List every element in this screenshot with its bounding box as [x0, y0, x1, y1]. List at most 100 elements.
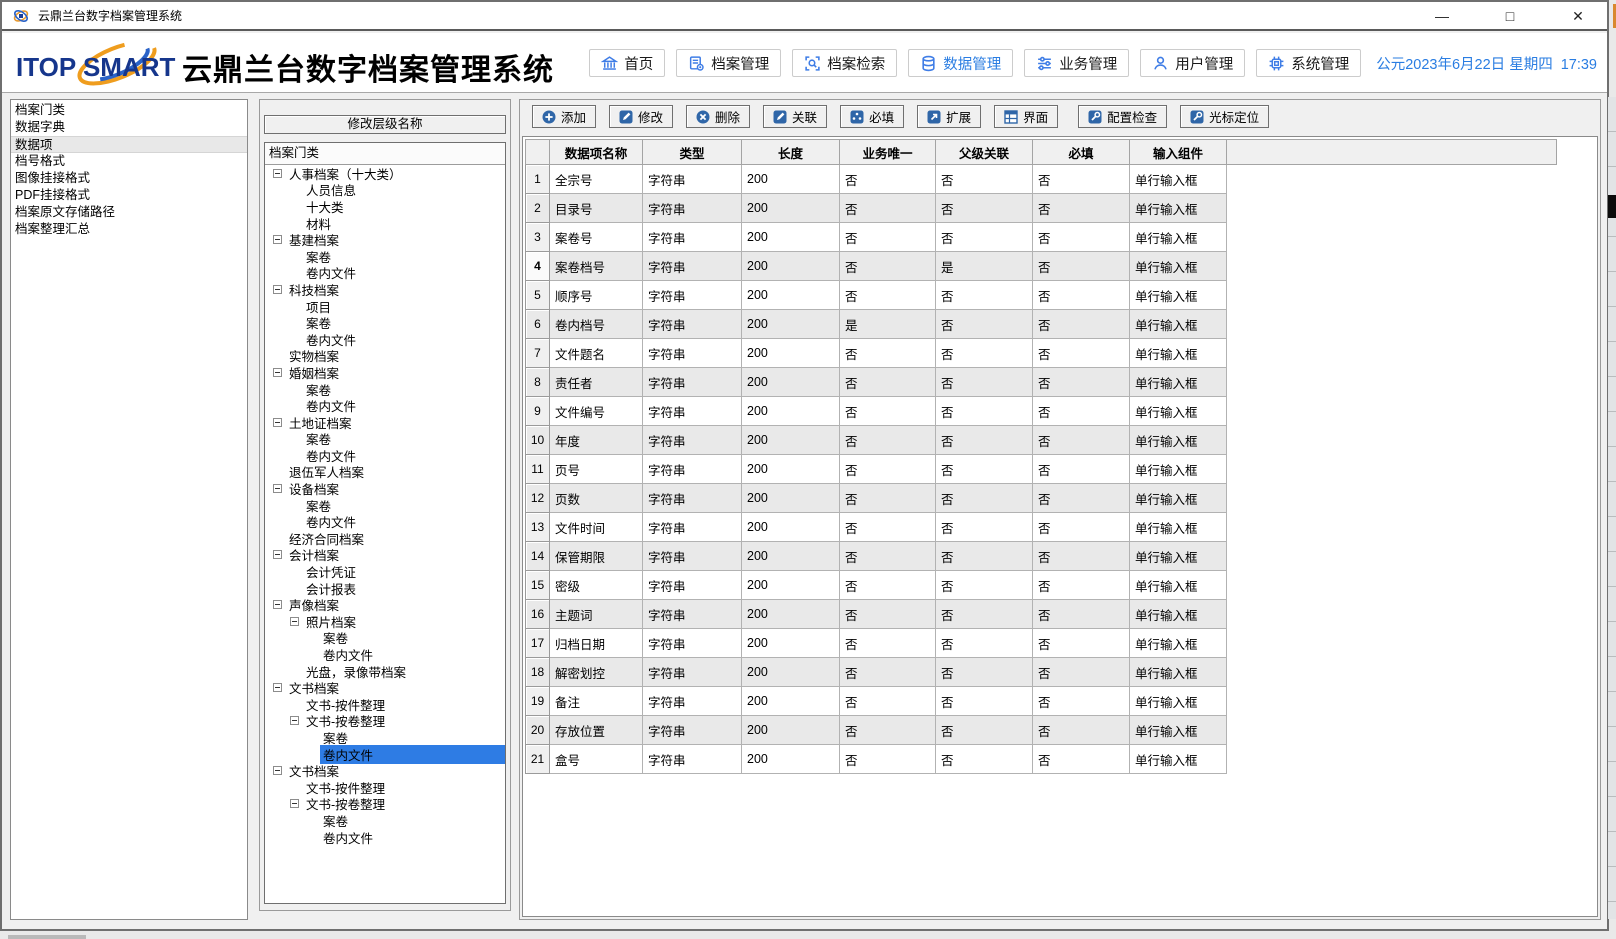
maximize-button[interactable]: □ [1499, 2, 1521, 31]
row-number-cell[interactable]: 4 [526, 252, 550, 281]
tree-item[interactable]: 案卷 [265, 381, 505, 398]
sidebar-item[interactable]: 档案整理汇总 [11, 221, 247, 238]
column-header[interactable]: 父级关联 [936, 140, 1033, 165]
tree-item[interactable]: 会计报表 [265, 580, 505, 597]
row-number-cell[interactable]: 13 [526, 513, 550, 542]
table-row[interactable]: 4案卷档号字符串200否是否单行输入框 [526, 252, 1557, 281]
minimize-button[interactable]: ― [1431, 2, 1453, 31]
tree-item[interactable]: 案卷 [265, 431, 505, 448]
tree-item[interactable]: 会计凭证 [265, 563, 505, 580]
table-row[interactable]: 1全宗号字符串200否否否单行输入框 [526, 165, 1557, 194]
sidebar-item[interactable]: 档案门类 [11, 102, 247, 119]
row-number-cell[interactable]: 20 [526, 716, 550, 745]
tree-item[interactable]: 婚姻档案 [265, 364, 505, 381]
sidebar-item[interactable]: 图像挂接格式 [11, 170, 247, 187]
row-number-cell[interactable]: 21 [526, 745, 550, 774]
sidebar-item[interactable]: 数据项 [11, 136, 247, 153]
tree-item[interactable]: 设备档案 [265, 480, 505, 497]
rename-level-button[interactable]: 修改层级名称 [264, 115, 506, 134]
tree-item[interactable]: 会计档案 [265, 547, 505, 564]
nav-user-button[interactable]: 用户管理 [1140, 49, 1245, 77]
collapse-minus-icon[interactable] [273, 235, 282, 244]
row-number-cell[interactable]: 16 [526, 600, 550, 629]
row-number-cell[interactable]: 12 [526, 484, 550, 513]
table-row[interactable]: 10年度字符串200否否否单行输入框 [526, 426, 1557, 455]
tree-item[interactable]: 案卷 [265, 248, 505, 265]
tree-item[interactable]: 退伍军人档案 [265, 464, 505, 481]
tree-item[interactable]: 卷内文件 [265, 746, 505, 763]
collapse-minus-icon[interactable] [273, 285, 282, 294]
table-row[interactable]: 17归档日期字符串200否否否单行输入框 [526, 629, 1557, 658]
collapse-minus-icon[interactable] [273, 169, 282, 178]
tree-item[interactable]: 案卷 [265, 314, 505, 331]
row-number-cell[interactable]: 10 [526, 426, 550, 455]
collapse-minus-icon[interactable] [273, 766, 282, 775]
table-row[interactable]: 8责任者字符串200否否否单行输入框 [526, 368, 1557, 397]
nav-database-button[interactable]: 数据管理 [908, 49, 1013, 77]
tree-item[interactable]: 案卷 [265, 497, 505, 514]
table-row[interactable]: 20存放位置字符串200否否否单行输入框 [526, 716, 1557, 745]
tree-item[interactable]: 卷内文件 [265, 331, 505, 348]
collapse-minus-icon[interactable] [273, 484, 282, 493]
row-number-cell[interactable]: 8 [526, 368, 550, 397]
edit-button[interactable]: 修改 [609, 105, 673, 128]
table-row[interactable]: 6卷内档号字符串200是否否单行输入框 [526, 310, 1557, 339]
edge-scrollbar[interactable] [1608, 97, 1616, 919]
tree-item[interactable]: 经济合同档案 [265, 530, 505, 547]
table-row[interactable]: 15密级字符串200否否否单行输入框 [526, 571, 1557, 600]
column-header[interactable]: 长度 [742, 140, 840, 165]
row-number-cell[interactable]: 18 [526, 658, 550, 687]
row-number-cell[interactable]: 9 [526, 397, 550, 426]
tree-item[interactable]: 卷内文件 [265, 397, 505, 414]
tree-item[interactable]: 案卷 [265, 630, 505, 647]
table-row[interactable]: 2目录号字符串200否否否单行输入框 [526, 194, 1557, 223]
table-row[interactable]: 14保管期限字符串200否否否单行输入框 [526, 542, 1557, 571]
row-number-cell[interactable]: 19 [526, 687, 550, 716]
tree-item[interactable]: 照片档案 [265, 613, 505, 630]
row-number-cell[interactable]: 2 [526, 194, 550, 223]
tree-item[interactable]: 卷内文件 [265, 447, 505, 464]
close-button[interactable]: ✕ [1567, 2, 1589, 31]
column-header[interactable]: 必填 [1033, 140, 1130, 165]
row-number-cell[interactable]: 6 [526, 310, 550, 339]
tree-item[interactable]: 案卷 [265, 812, 505, 829]
tree-item[interactable]: 卷内文件 [265, 265, 505, 282]
sidebar-item[interactable]: 档号格式 [11, 153, 247, 170]
row-number-cell[interactable]: 1 [526, 165, 550, 194]
tree-item[interactable]: 科技档案 [265, 281, 505, 298]
config-check-button[interactable]: 配置检查 [1078, 105, 1167, 128]
sidebar-item[interactable]: PDF挂接格式 [11, 187, 247, 204]
table-row[interactable]: 7文件题名字符串200否否否单行输入框 [526, 339, 1557, 368]
row-number-cell[interactable]: 15 [526, 571, 550, 600]
table-row[interactable]: 12页数字符串200否否否单行输入框 [526, 484, 1557, 513]
expand-button[interactable]: 扩展 [917, 105, 981, 128]
required-button[interactable]: 必填 [840, 105, 904, 128]
tree-item[interactable]: 材料 [265, 215, 505, 232]
collapse-minus-icon[interactable] [273, 368, 282, 377]
collapse-minus-icon[interactable] [273, 550, 282, 559]
column-header[interactable]: 输入组件 [1130, 140, 1227, 165]
row-number-cell[interactable]: 7 [526, 339, 550, 368]
delete-button[interactable]: 删除 [686, 105, 750, 128]
tree-item[interactable]: 基建档案 [265, 231, 505, 248]
column-header[interactable]: 数据项名称 [550, 140, 643, 165]
column-header[interactable]: 业务唯一 [840, 140, 936, 165]
tree-item[interactable]: 案卷 [265, 729, 505, 746]
collapse-minus-icon[interactable] [273, 683, 282, 692]
tree-item[interactable]: 十大类 [265, 198, 505, 215]
tree-item[interactable]: 人事档案（十大类） [265, 165, 505, 182]
nav-search-button[interactable]: 档案检索 [792, 49, 897, 77]
add-button[interactable]: 添加 [532, 105, 596, 128]
sidebar-item[interactable]: 档案原文存储路径 [11, 204, 247, 221]
tree-item[interactable]: 人员信息 [265, 182, 505, 199]
table-row[interactable]: 19备注字符串200否否否单行输入框 [526, 687, 1557, 716]
tree-item[interactable]: 项目 [265, 298, 505, 315]
row-number-cell[interactable]: 14 [526, 542, 550, 571]
table-row[interactable]: 21盒号字符串200否否否单行输入框 [526, 745, 1557, 774]
tree-item[interactable]: 文书-按件整理 [265, 779, 505, 796]
table-row[interactable]: 18解密划控字符串200否否否单行输入框 [526, 658, 1557, 687]
cursor-locate-button[interactable]: 光标定位 [1180, 105, 1269, 128]
row-number-cell[interactable]: 11 [526, 455, 550, 484]
tree-item[interactable]: 卷内文件 [265, 646, 505, 663]
nav-home-button[interactable]: 首页 [589, 49, 665, 77]
